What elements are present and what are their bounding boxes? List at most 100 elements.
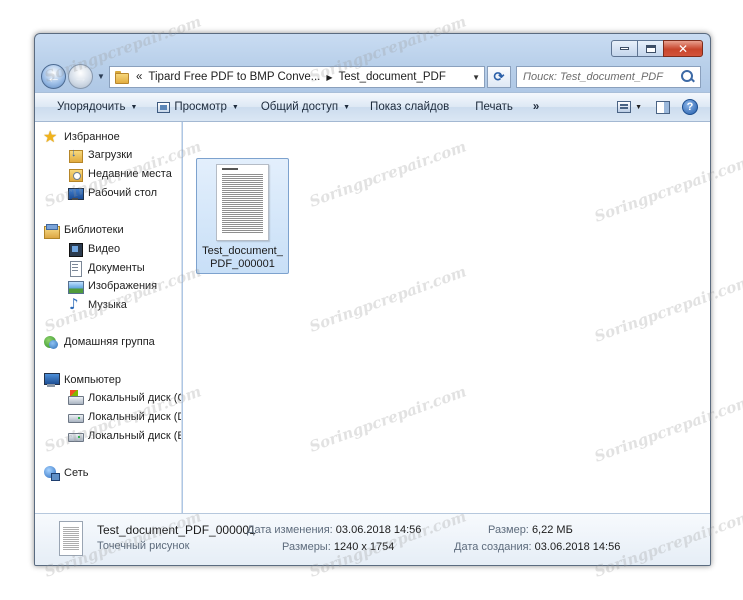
- share-button[interactable]: Общий доступ ▼: [249, 93, 360, 121]
- file-name: Test_document_ PDF_000001: [197, 245, 288, 271]
- details-value: 03.06.2018 14:56: [534, 541, 621, 553]
- search-icon[interactable]: [680, 69, 696, 85]
- change-view-icon[interactable]: [617, 101, 632, 113]
- refresh-icon: ⟳: [493, 69, 505, 84]
- video-icon: [67, 241, 83, 257]
- homegroup-icon: [43, 334, 59, 350]
- command-bar-right: ▼ ?: [607, 93, 710, 121]
- sidebar-item-favorites[interactable]: Избранное: [43, 127, 120, 146]
- details-file-type: Точечный рисунок: [97, 540, 190, 552]
- file-list[interactable]: Test_document_ PDF_000001: [183, 122, 710, 513]
- sidebar-item-label: Локальный диск (D: [88, 411, 182, 423]
- sidebar-item-label: Библиотеки: [64, 224, 124, 236]
- slideshow-button[interactable]: Показ слайдов: [360, 93, 459, 121]
- sidebar-item-libraries[interactable]: Библиотеки: [43, 221, 124, 239]
- print-button[interactable]: Печать: [459, 93, 523, 121]
- images-icon: [67, 278, 84, 294]
- preview-pane-icon[interactable]: [656, 100, 670, 114]
- music-icon: [67, 295, 83, 313]
- details-file-name: Test_document_PDF_000001: [97, 523, 256, 537]
- chevron-down-icon[interactable]: ▼: [635, 104, 642, 111]
- address-bar[interactable]: « Tipard Free PDF to BMP Conve... ▶ Test…: [109, 66, 485, 88]
- history-dropdown-icon[interactable]: ▼: [97, 72, 105, 81]
- caption-buttons: ✕: [611, 40, 703, 57]
- details-modified: Дата изменения: 03.06.2018 14:56: [247, 524, 421, 536]
- desktop-icon: [67, 185, 84, 201]
- file-item[interactable]: Test_document_ PDF_000001: [196, 158, 289, 274]
- details-size: Размер: 6,22 МБ: [488, 524, 573, 536]
- sidebar-item-computer[interactable]: Компьютер: [43, 371, 121, 389]
- folder-icon: [114, 70, 130, 84]
- sidebar-item-label: Сеть: [64, 467, 89, 479]
- refresh-button[interactable]: ⟳: [487, 66, 511, 88]
- details-value: 1240 x 1754: [333, 541, 395, 553]
- sidebar-item-label: Локальный диск (E:: [88, 430, 182, 442]
- sidebar-item-disk-e[interactable]: Локальный диск (E:: [67, 427, 182, 445]
- maximize-button[interactable]: [637, 40, 664, 57]
- sidebar-item-downloads[interactable]: Загрузки: [67, 146, 132, 164]
- breadcrumb-chevron-icon[interactable]: ▶: [326, 73, 332, 82]
- disk-icon: [67, 409, 84, 425]
- details-label: Размеры:: [282, 541, 331, 553]
- view-button[interactable]: Просмотр ▼: [147, 93, 248, 121]
- sidebar-item-documents[interactable]: Документы: [67, 259, 145, 277]
- explorer-window: ✕ ← → ▼ « Tipard Free PDF to BMP Conve..…: [34, 33, 711, 566]
- sidebar-item-recent-places[interactable]: Недавние места: [67, 165, 172, 183]
- forward-button[interactable]: →: [68, 64, 93, 89]
- disk-icon: [67, 428, 84, 444]
- system-disk-icon: [67, 390, 84, 406]
- sidebar-item-desktop[interactable]: Рабочий стол: [67, 184, 157, 202]
- sidebar-item-disk-d[interactable]: Локальный диск (D: [67, 408, 182, 426]
- maximize-icon: [645, 44, 656, 53]
- sidebar-item-label: Недавние места: [88, 168, 172, 180]
- network-icon: [43, 465, 60, 481]
- forward-arrow-icon: →: [73, 68, 88, 85]
- more-commands-button[interactable]: »: [523, 93, 549, 121]
- minimize-icon: [620, 47, 629, 50]
- breadcrumb-segment-current[interactable]: Test_document_PDF: [338, 71, 445, 83]
- libraries-icon: [43, 222, 60, 239]
- sidebar-item-disk-c[interactable]: Локальный диск (C: [67, 389, 182, 407]
- sidebar-item-label: Рабочий стол: [88, 187, 158, 199]
- sidebar-item-label: Изображения: [88, 280, 158, 292]
- search-box[interactable]: [516, 66, 701, 88]
- details-pane: Test_document_PDF_000001 Точечный рисуно…: [35, 513, 710, 565]
- breadcrumb-segment[interactable]: Tipard Free PDF to BMP Conve...: [148, 71, 320, 83]
- sidebar-item-network[interactable]: Сеть: [43, 464, 88, 482]
- organize-button[interactable]: Упорядочить ▼: [35, 93, 147, 121]
- search-input[interactable]: [523, 71, 680, 83]
- star-icon: [43, 127, 59, 146]
- close-icon: ✕: [677, 41, 689, 56]
- recent-places-icon: [67, 166, 83, 182]
- back-arrow-icon: ←: [46, 68, 61, 85]
- address-overflow[interactable]: «: [136, 71, 142, 83]
- nav-buttons: ← → ▼: [41, 64, 109, 90]
- sidebar-item-music[interactable]: Музыка: [67, 295, 127, 314]
- sidebar-item-label: Локальный диск (C: [88, 392, 182, 404]
- address-dropdown-icon[interactable]: ▼: [472, 73, 480, 82]
- title-bar: ✕: [35, 34, 710, 62]
- sidebar-item-label: Избранное: [64, 131, 120, 143]
- minimize-button[interactable]: [611, 40, 638, 57]
- more-icon: »: [532, 101, 540, 113]
- details-dimensions: Размеры: 1240 x 1754: [282, 541, 394, 553]
- details-value: 03.06.2018 14:56: [335, 524, 422, 536]
- chevron-down-icon: ▼: [130, 103, 138, 111]
- sidebar-item-label: Видео: [88, 243, 121, 255]
- file-thumbnail: [216, 164, 269, 241]
- details-created: Дата создания: 03.06.2018 14:56: [454, 541, 620, 553]
- sidebar-item-homegroup[interactable]: Домашняя группа: [43, 333, 155, 351]
- organize-label: Упорядочить: [57, 101, 126, 113]
- command-bar: Упорядочить ▼ Просмотр ▼ Общий доступ ▼ Пок…: [35, 92, 710, 122]
- sidebar-item-label: Домашняя группа: [64, 336, 155, 348]
- downloads-folder-icon: [67, 147, 83, 163]
- slideshow-label: Показ слайдов: [370, 101, 450, 113]
- close-button[interactable]: ✕: [663, 40, 703, 57]
- help-icon[interactable]: ?: [682, 99, 698, 115]
- sidebar-item-label: Документы: [88, 262, 145, 274]
- view-label: Просмотр: [174, 101, 227, 113]
- sidebar-item-images[interactable]: Изображения: [67, 277, 157, 295]
- sidebar-item-video[interactable]: Видео: [67, 240, 120, 258]
- chevron-down-icon: ▼: [343, 103, 351, 111]
- back-button[interactable]: ←: [41, 64, 66, 89]
